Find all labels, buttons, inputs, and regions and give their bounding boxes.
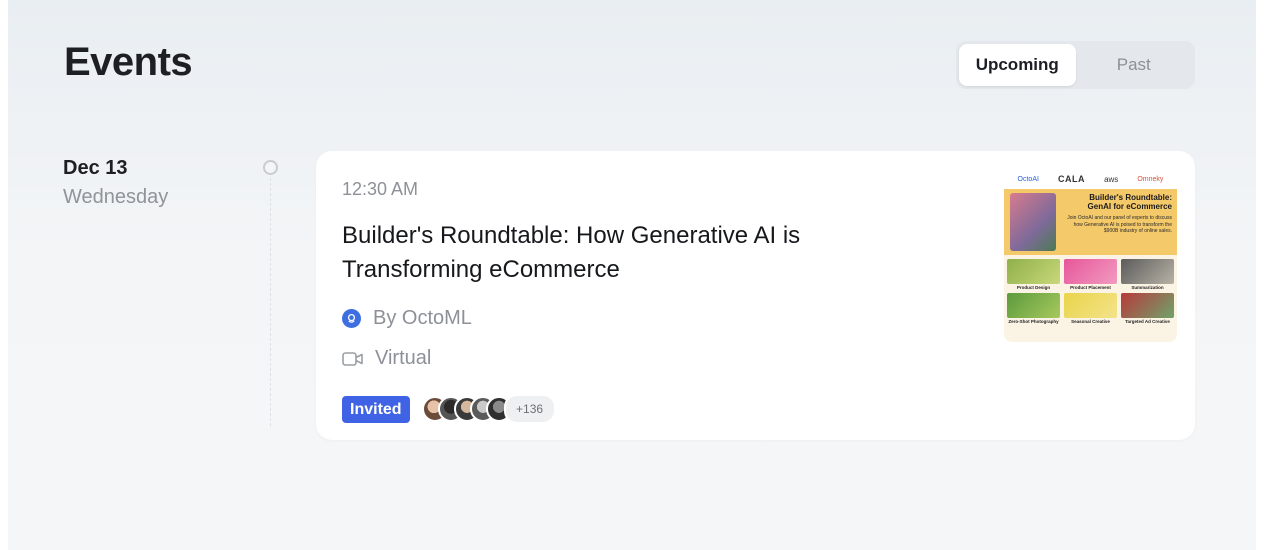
timeline-line	[270, 178, 271, 426]
event-card[interactable]: 12:30 AM Builder's Roundtable: How Gener…	[316, 151, 1195, 440]
event-host: By OctoML	[342, 307, 472, 330]
location-text: Virtual	[375, 347, 432, 369]
event-title[interactable]: Builder's Roundtable: How Generative AI …	[342, 219, 942, 287]
thumbnail-tile: Product Design	[1007, 259, 1060, 290]
guest-avatars[interactable]: +136	[421, 394, 556, 424]
guest-count: +136	[503, 394, 556, 424]
page-title: Events	[64, 40, 193, 84]
thumbnail-tile: Seasonal Creative	[1064, 293, 1117, 324]
thumbnail-tile: Summarization	[1121, 259, 1174, 290]
thumbnail-tile: Targeted Ad Creative	[1121, 293, 1174, 324]
past-tab[interactable]: Past	[1076, 44, 1193, 86]
timeline-dot-icon	[263, 160, 278, 175]
thumbnail-subtext: Join OctoAI and our panel of experts to …	[1067, 215, 1172, 234]
event-date-group: Dec 13 Wednesday	[63, 157, 168, 209]
upcoming-past-toggle: Upcoming Past	[956, 41, 1195, 89]
event-badges: Invited +136	[342, 394, 556, 424]
thumbnail-tile: Zero-Shot Photography	[1007, 293, 1060, 324]
aws-logo: aws	[1104, 174, 1119, 184]
event-date: Dec 13	[63, 157, 128, 179]
thumbnail-heading-line1: Builder's Roundtable:	[1089, 193, 1172, 202]
sponsor-logos: OctoAI CALA aws Omneky	[1004, 169, 1177, 189]
event-time: 12:30 AM	[342, 179, 419, 199]
invited-badge: Invited	[342, 395, 410, 423]
octoai-logo: OctoAI	[1017, 175, 1039, 183]
upcoming-tab[interactable]: Upcoming	[959, 44, 1076, 86]
thumbnail-tiles: Product Design Product Placement Summari…	[1004, 255, 1177, 324]
event-location: Virtual	[342, 347, 431, 370]
thumbnail-heading-line2: GenAI for eCommerce	[1087, 202, 1172, 211]
thumbnail-banner: Builder's Roundtable: GenAI for eCommerc…	[1004, 189, 1177, 255]
event-weekday: Wednesday	[63, 186, 169, 208]
cala-logo: CALA	[1058, 174, 1085, 184]
events-page: Events Upcoming Past Dec 13 Wednesday 12…	[8, 0, 1256, 550]
event-thumbnail[interactable]: OctoAI CALA aws Omneky Builder's Roundta…	[1004, 169, 1177, 342]
thumbnail-heading: Builder's Roundtable: GenAI for eCommerc…	[1088, 193, 1172, 211]
thumbnail-tile: Product Placement	[1064, 259, 1117, 290]
omneky-logo: Omneky	[1137, 175, 1164, 183]
host-name: By OctoML	[373, 307, 472, 329]
octoml-logo-icon	[342, 309, 361, 328]
video-camera-icon	[342, 351, 364, 367]
thumbnail-person-image	[1010, 193, 1056, 251]
